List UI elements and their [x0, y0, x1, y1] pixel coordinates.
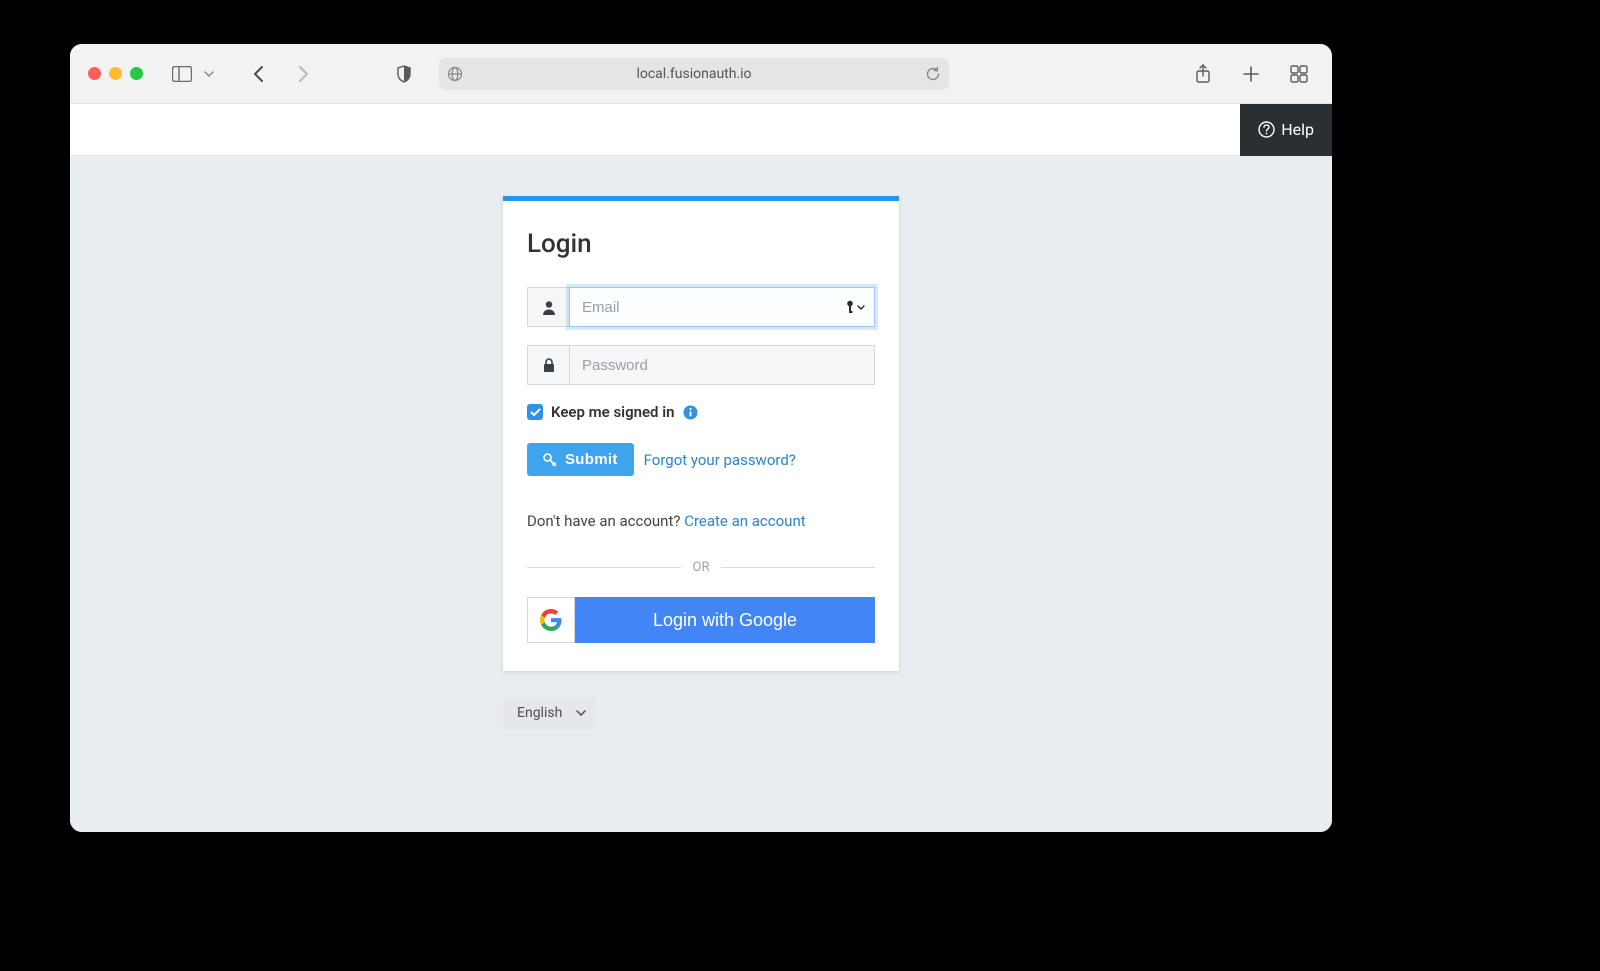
- chevron-down-icon: [576, 710, 586, 716]
- divider-right: [721, 567, 875, 568]
- close-window-button[interactable]: [88, 67, 101, 80]
- browser-window: local.fusionauth.io Help Login: [70, 44, 1332, 832]
- back-button[interactable]: [243, 59, 273, 89]
- create-account-row: Don't have an account? Create an account: [527, 512, 875, 530]
- language-select[interactable]: English: [503, 697, 596, 729]
- forgot-password-link[interactable]: Forgot your password?: [644, 451, 796, 469]
- password-input[interactable]: [569, 345, 875, 385]
- google-login-button[interactable]: Login with Google: [527, 597, 875, 643]
- app-header: Help: [70, 104, 1332, 156]
- submit-label: Submit: [565, 451, 618, 468]
- language-select-row: English: [503, 697, 899, 729]
- lock-icon: [527, 345, 569, 385]
- create-account-link[interactable]: Create an account: [684, 512, 805, 530]
- refresh-icon[interactable]: [925, 66, 941, 82]
- login-card: Login: [503, 196, 899, 671]
- email-input-group: [527, 287, 875, 327]
- url-bar[interactable]: local.fusionauth.io: [439, 58, 949, 90]
- language-selected: English: [517, 705, 562, 721]
- keep-signed-in-label: Keep me signed in: [551, 403, 675, 421]
- page-body: Login: [70, 156, 1332, 832]
- privacy-shield-button[interactable]: [389, 59, 419, 89]
- keep-signed-in-row: Keep me signed in: [527, 403, 875, 421]
- maximize-window-button[interactable]: [130, 67, 143, 80]
- user-icon: [527, 287, 569, 327]
- info-icon[interactable]: [683, 405, 698, 420]
- or-divider: OR: [527, 560, 875, 575]
- login-title: Login: [527, 229, 875, 259]
- globe-icon: [447, 66, 463, 82]
- password-input-group: [527, 345, 875, 385]
- google-icon: [527, 597, 575, 643]
- help-label: Help: [1281, 120, 1314, 139]
- no-account-text: Don't have an account?: [527, 512, 684, 530]
- submit-row: Submit Forgot your password?: [527, 443, 875, 476]
- key-icon: [543, 453, 557, 467]
- traffic-lights: [88, 67, 143, 80]
- browser-toolbar: local.fusionauth.io: [70, 44, 1332, 104]
- divider-left: [527, 567, 681, 568]
- google-login-label: Login with Google: [575, 597, 875, 643]
- forward-button[interactable]: [289, 59, 319, 89]
- help-button[interactable]: Help: [1240, 104, 1332, 156]
- sidebar-toggle-button[interactable]: [167, 59, 197, 89]
- help-icon: [1258, 121, 1275, 138]
- minimize-window-button[interactable]: [109, 67, 122, 80]
- keep-signed-in-checkbox[interactable]: [527, 404, 543, 420]
- url-text: local.fusionauth.io: [636, 66, 751, 82]
- tab-groups-dropdown[interactable]: [201, 59, 217, 89]
- new-tab-button[interactable]: [1236, 59, 1266, 89]
- or-text: OR: [693, 560, 710, 575]
- submit-button[interactable]: Submit: [527, 443, 634, 476]
- share-button[interactable]: [1188, 59, 1218, 89]
- tabs-overview-button[interactable]: [1284, 59, 1314, 89]
- email-input[interactable]: [569, 287, 875, 327]
